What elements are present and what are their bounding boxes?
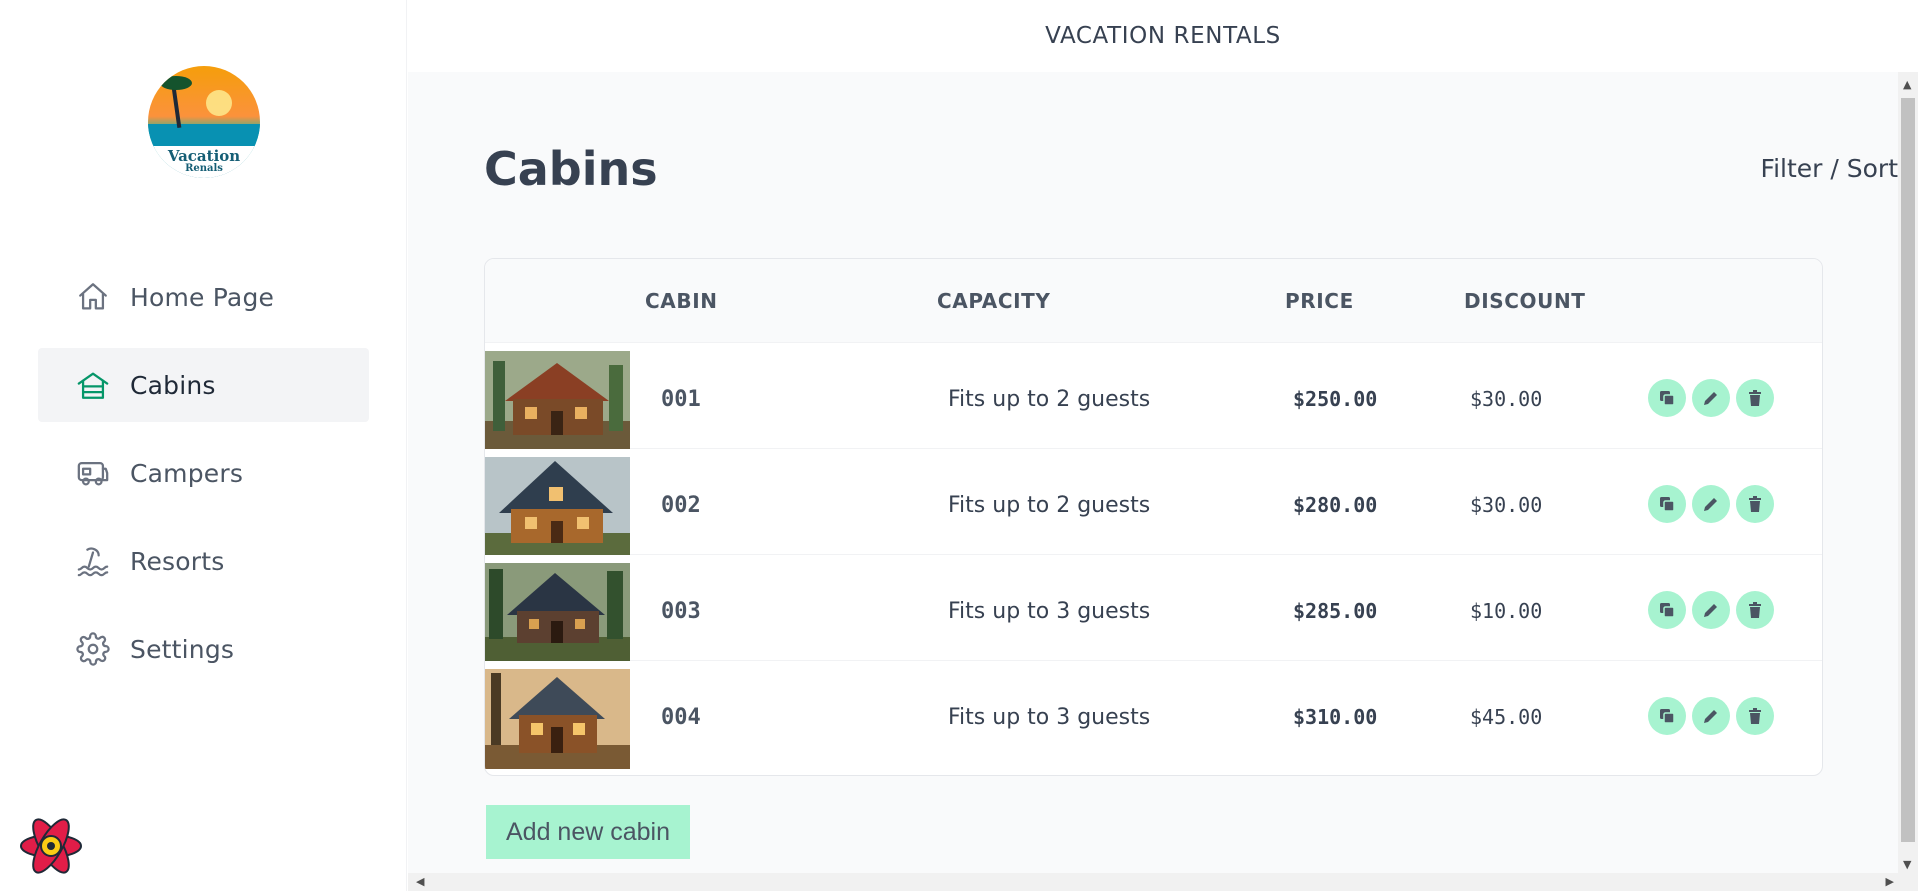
logo-banner: Vacation Renals	[148, 146, 260, 178]
cabin-name: 004	[661, 705, 701, 730]
main-content: Cabins Filter / Sort CABIN CAPACITY PRIC…	[408, 72, 1898, 873]
duplicate-button[interactable]	[1648, 591, 1686, 629]
scroll-down-arrow-icon[interactable]: ▼	[1903, 858, 1911, 871]
logo-sun	[206, 90, 232, 116]
duplicate-icon	[1660, 603, 1675, 618]
row-actions	[1648, 379, 1774, 417]
delete-icon	[1749, 708, 1761, 724]
edit-icon	[1704, 604, 1717, 617]
resort-icon	[77, 547, 109, 577]
table-row: 001 Fits up to 2 guests $250.00 $30.00	[485, 343, 1822, 451]
edit-icon	[1704, 392, 1717, 405]
cabin-discount: $45.00	[1470, 705, 1543, 729]
column-header-cabin: CABIN	[645, 289, 718, 313]
sidebar-item-label: Cabins	[130, 370, 216, 400]
sidebar-item-home[interactable]: Home Page	[38, 260, 369, 334]
duplicate-icon	[1660, 391, 1675, 406]
logo-palm-leaves	[160, 76, 192, 90]
app-root: Vacation Renals Home Page Cabins Campers…	[0, 0, 1918, 891]
logo-sea	[148, 124, 260, 148]
edit-button[interactable]	[1692, 379, 1730, 417]
cabin-capacity: Fits up to 2 guests	[948, 387, 1151, 412]
cabin-discount: $10.00	[1470, 599, 1543, 623]
filter-sort-row: Filter / Sort	[484, 154, 1898, 183]
delete-icon	[1749, 496, 1761, 512]
column-header-discount: DISCOUNT	[1464, 289, 1586, 313]
react-devtools-icon[interactable]	[18, 816, 84, 876]
sidebar-item-campers[interactable]: Campers	[38, 436, 369, 510]
cabin-capacity: Fits up to 2 guests	[948, 493, 1151, 518]
cabin-name: 002	[661, 493, 701, 518]
delete-button[interactable]	[1736, 485, 1774, 523]
add-new-cabin-button[interactable]: Add new cabin	[486, 805, 690, 859]
delete-icon	[1749, 602, 1761, 618]
table-row: 003 Fits up to 3 guests $285.00 $10.00	[485, 555, 1822, 663]
sidebar-item-settings[interactable]: Settings	[38, 612, 369, 686]
page-title: Cabins	[484, 142, 658, 196]
scroll-right-arrow-icon[interactable]: ▶	[1886, 875, 1894, 888]
cabin-icon	[77, 372, 109, 399]
gear-icon	[76, 632, 110, 666]
sidebar: Vacation Renals Home Page Cabins Campers…	[0, 0, 407, 891]
vertical-scrollbar-thumb[interactable]	[1901, 98, 1915, 842]
scroll-up-arrow-icon[interactable]: ▲	[1903, 78, 1911, 91]
cabin-image	[485, 669, 630, 769]
logo-text-line2: Renals	[185, 163, 223, 174]
table-row: 004 Fits up to 3 guests $310.00 $45.00	[485, 661, 1822, 769]
cabin-price: $310.00	[1293, 705, 1378, 729]
duplicate-icon	[1660, 709, 1675, 724]
edit-icon	[1704, 498, 1717, 511]
app-title: VACATION RENTALS	[1045, 23, 1281, 49]
delete-button[interactable]	[1736, 591, 1774, 629]
camper-icon	[77, 461, 109, 486]
duplicate-button[interactable]	[1648, 697, 1686, 735]
cabin-discount: $30.00	[1470, 493, 1543, 517]
table-row: 002 Fits up to 2 guests $280.00 $30.00	[485, 449, 1822, 557]
logo-text-line1: Vacation	[167, 147, 241, 165]
scroll-left-arrow-icon[interactable]: ◀	[416, 875, 424, 888]
sidebar-item-label: Home Page	[130, 282, 275, 312]
delete-button[interactable]	[1736, 379, 1774, 417]
edit-icon	[1704, 710, 1717, 723]
duplicate-button[interactable]	[1648, 379, 1686, 417]
sidebar-item-cabins[interactable]: Cabins	[38, 348, 369, 422]
main-nav: Home Page Cabins Campers Resorts Setting…	[38, 260, 369, 700]
edit-button[interactable]	[1692, 591, 1730, 629]
vertical-scrollbar[interactable]: ▲ ▼	[1898, 72, 1918, 873]
duplicate-button[interactable]	[1648, 485, 1686, 523]
cabin-price: $280.00	[1293, 493, 1378, 517]
delete-icon	[1749, 390, 1761, 406]
top-bar: VACATION RENTALS	[408, 0, 1918, 72]
vacation-rentals-logo[interactable]: Vacation Renals	[148, 66, 260, 178]
column-header-price: PRICE	[1285, 289, 1354, 313]
cabin-discount: $30.00	[1470, 387, 1543, 411]
cabins-table: CABIN CAPACITY PRICE DISCOUNT 001 Fits u…	[484, 258, 1823, 776]
filter-sort-link[interactable]: Filter / Sort	[1761, 154, 1898, 183]
column-header-capacity: CAPACITY	[937, 289, 1051, 313]
sidebar-item-label: Resorts	[130, 546, 225, 576]
row-actions	[1648, 591, 1774, 629]
cabin-price: $285.00	[1293, 599, 1378, 623]
cabin-capacity: Fits up to 3 guests	[948, 599, 1151, 624]
cabin-price: $250.00	[1293, 387, 1378, 411]
delete-button[interactable]	[1736, 697, 1774, 735]
sidebar-item-resorts[interactable]: Resorts	[38, 524, 369, 598]
sidebar-item-label: Campers	[130, 458, 244, 488]
horizontal-scrollbar[interactable]: ◀ ▶	[408, 873, 1918, 891]
row-actions	[1648, 485, 1774, 523]
row-actions	[1648, 697, 1774, 735]
cabin-image	[485, 351, 630, 451]
table-header: CABIN CAPACITY PRICE DISCOUNT	[485, 259, 1822, 343]
home-icon	[79, 283, 107, 310]
sidebar-item-label: Settings	[130, 634, 235, 664]
edit-button[interactable]	[1692, 485, 1730, 523]
edit-button[interactable]	[1692, 697, 1730, 735]
cabin-name: 003	[661, 599, 701, 624]
cabin-image	[485, 563, 630, 663]
cabin-capacity: Fits up to 3 guests	[948, 705, 1151, 730]
cabin-image	[485, 457, 630, 557]
duplicate-icon	[1660, 497, 1675, 512]
cabin-name: 001	[661, 387, 701, 412]
